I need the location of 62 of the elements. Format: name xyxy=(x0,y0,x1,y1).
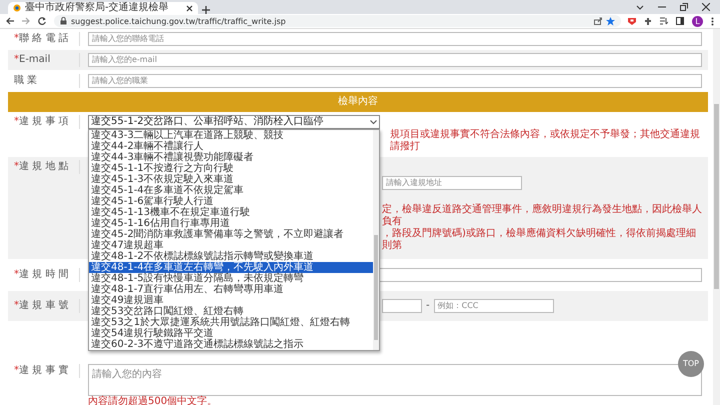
star-icon[interactable] xyxy=(606,16,615,26)
restore-icon[interactable] xyxy=(680,3,688,11)
close-tab-icon[interactable] xyxy=(186,4,193,12)
violation-select[interactable]: 違交55-1-2交岔路口、公車招呼站、消防栓入口臨停 xyxy=(88,115,380,129)
lock-icon xyxy=(60,17,67,25)
hint-text: 內容請勿超過500個中文字。 xyxy=(88,396,218,405)
plate-field[interactable]: 例如：CCC xyxy=(434,299,554,313)
input-field[interactable]: 請輸入您的職業 xyxy=(88,74,702,88)
dropdown-option[interactable]: 違交44-3車輛不禮讓視覺功能障礙者 xyxy=(89,152,373,163)
reload-icon[interactable] xyxy=(38,16,47,26)
input-field[interactable]: 請輸入您的聯絡電話 xyxy=(88,32,702,46)
field-label: *違 規 地 點 xyxy=(14,160,80,174)
dropdown-option[interactable]: 違交48-1-7直行車佔用左、右轉彎專用車道 xyxy=(89,284,373,295)
scrollbar[interactable] xyxy=(713,29,720,405)
dropdown-option[interactable]: 違交43-3二輛以上汽車在道路上競駛、競技 xyxy=(89,130,373,141)
media-icon[interactable] xyxy=(660,17,668,25)
input-field[interactable]: 請輸入您的e-mail xyxy=(88,53,702,67)
dropdown-option[interactable]: 違交54違規行駛鐵路平交道 xyxy=(89,328,373,339)
dropdown-option[interactable]: 違交60-2-3不遵守道路交通標誌標線號誌之指示 xyxy=(89,339,373,350)
dropdown-option[interactable]: 違交47違規超車 xyxy=(89,240,373,251)
warning-note: ，路段及門牌號碼)或路口，檢舉應備資料欠缺明確性，得依前揭處理細則第 xyxy=(382,228,697,252)
dropdown-option[interactable]: 違交45-1-16佔用自行車專用道 xyxy=(89,218,373,229)
dropdown-option[interactable]: 違交48-1-2不依標誌標線號誌指示轉彎或變換車道 xyxy=(89,251,373,262)
site-favicon-icon xyxy=(13,4,21,12)
menu-icon[interactable] xyxy=(711,16,714,26)
extensions-icon[interactable] xyxy=(644,17,652,25)
dropdown-option[interactable]: 違交45-1-13機車不在規定車道行駛 xyxy=(89,207,373,218)
field-label: *違 規 時 間 xyxy=(14,268,80,282)
address-field[interactable]: 請輸入違規地址 xyxy=(382,176,522,190)
field-label: *聯 絡 電 話 xyxy=(14,32,80,46)
field-label: *違 規 車 號 xyxy=(14,299,80,313)
separator-text: - xyxy=(426,300,430,312)
dropdown-option[interactable]: 違交49違規迴車 xyxy=(89,295,373,306)
dropdown-option[interactable]: 違交48-1-4在多車道左右轉彎，不先駛入內外車道 xyxy=(89,262,373,273)
side-panel-icon[interactable] xyxy=(676,17,684,25)
dropdown-option[interactable]: 違交45-2聞消防車救護車警備車等之警號，不立即避讓者 xyxy=(89,229,373,240)
plate-field[interactable] xyxy=(382,299,422,313)
field-label: *違 規 事 實 xyxy=(14,364,80,378)
section-header: 檢舉內容 xyxy=(8,92,708,112)
field-label: 職 業 xyxy=(14,74,80,88)
dropdown-option[interactable]: 違交45-1-1不按遵行之方向行駛 xyxy=(89,163,373,174)
new-tab-icon[interactable] xyxy=(202,6,210,14)
warning-note: 規項目或違規事實不符合法條內容，或依規定不予舉發；其他交通違規請撥打 xyxy=(390,129,701,153)
dropdown-option[interactable]: 違交44-2車輛不禮讓行人 xyxy=(89,141,373,152)
field-label: *違 規 事 項 xyxy=(14,115,80,129)
dropdown-option[interactable]: 違交53交岔路口闖紅燈、紅燈右轉 xyxy=(89,306,373,317)
field-label: *E-mail xyxy=(14,53,80,67)
scrollbar[interactable] xyxy=(373,130,379,350)
close-window-icon[interactable] xyxy=(702,3,710,11)
share-icon[interactable] xyxy=(594,17,602,25)
dropdown-option[interactable]: 違交45-1-4在多車道不依規定駕車 xyxy=(89,185,373,196)
dropdown-option[interactable]: 違交45-1-3不依規定駛入來車道 xyxy=(89,174,373,185)
tab-search-icon[interactable] xyxy=(636,4,644,10)
dropdown-option[interactable]: 違交45-1-6駕車行駛人行道 xyxy=(89,196,373,207)
address-bar[interactable]: suggest.police.taichung.gov.tw/traffic/traffic_write.jsp xyxy=(54,15,621,27)
url-text: suggest.police.taichung.gov.tw/traffic/traffic_write.jsp xyxy=(71,16,286,26)
dropdown-option[interactable]: 違交48-1-5設有快慢車道分隔島，未依規定轉彎 xyxy=(89,273,373,284)
warning-note: 定，檢舉違反道路交通管理事件，應敘明違規行為發生地點，因此檢舉人負有 xyxy=(382,204,702,228)
profile-avatar[interactable]: L xyxy=(692,16,703,26)
dropdown-option[interactable]: 違交53之1於大眾捷運系統共用號誌路口闖紅燈、紅燈右轉 xyxy=(89,317,373,328)
shield-icon[interactable] xyxy=(628,17,636,25)
back-icon[interactable] xyxy=(6,17,15,25)
